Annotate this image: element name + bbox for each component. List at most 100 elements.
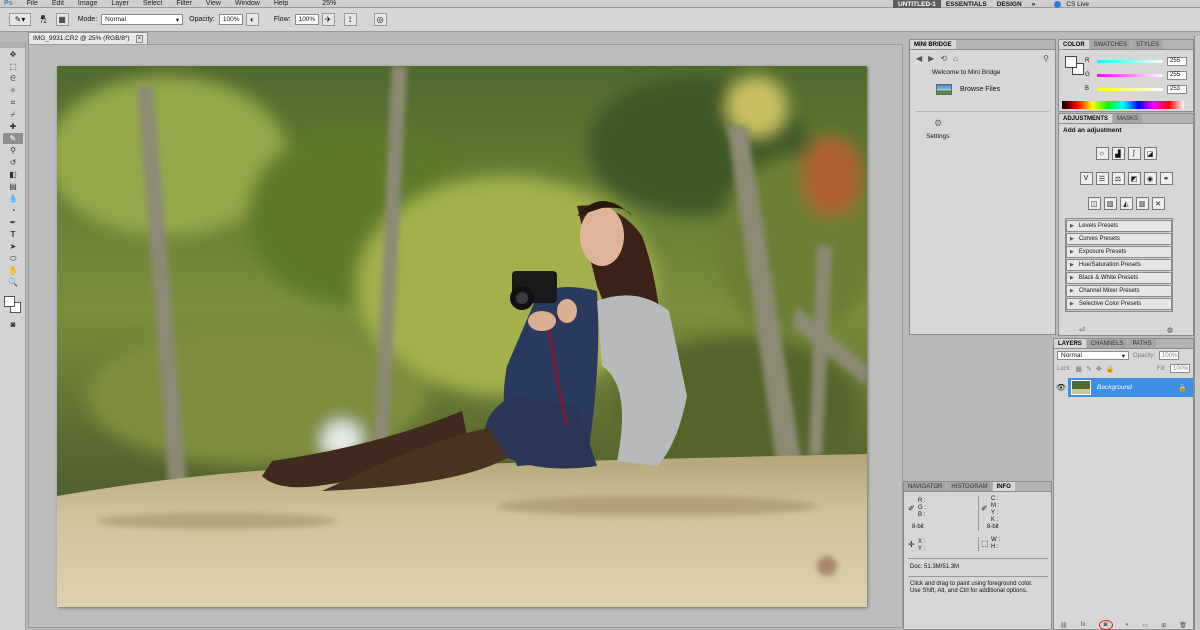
path-select-tool-icon[interactable]: ➤	[3, 241, 23, 252]
expand-triangle-icon[interactable]: ▶	[1070, 275, 1074, 281]
layer-selected-area[interactable]: Background 🔒	[1068, 378, 1193, 397]
threshold-icon[interactable]: ◭	[1119, 197, 1133, 210]
search-icon[interactable]: ⚲	[1043, 54, 1049, 63]
menu-item-edit[interactable]: Edit	[52, 0, 64, 7]
selective-color-icon[interactable]: ✕	[1151, 197, 1165, 210]
crop-tool-icon[interactable]: ⌗	[3, 97, 23, 108]
menu-item-window[interactable]: Window	[235, 0, 260, 7]
tab-info[interactable]: INFO	[992, 482, 1015, 491]
menu-item-select[interactable]: Select	[143, 0, 162, 7]
brush-tool-icon[interactable]: ✎	[3, 133, 23, 144]
workspace-essentials[interactable]: ESSENTIALS	[941, 0, 992, 8]
pen-tool-icon[interactable]: ✒	[3, 217, 23, 228]
workspace-untitled[interactable]: UNTITLED-1	[893, 0, 941, 8]
preset-item[interactable]: ▶ Hue/Saturation Presets	[1066, 259, 1172, 271]
brightness-icon[interactable]: ☼	[1095, 147, 1109, 160]
layer-row-background[interactable]: 👁 Background 🔒	[1054, 378, 1193, 397]
brush-tool-preset-icon[interactable]: ✎▾	[9, 13, 31, 26]
clone-stamp-tool-icon[interactable]: ⚲	[3, 145, 23, 156]
hue-saturation-icon[interactable]: ☰	[1095, 172, 1109, 185]
lock-move-icon[interactable]: ✥	[1096, 365, 1102, 373]
hand-tool-icon[interactable]: ✋	[3, 265, 23, 276]
blur-tool-icon[interactable]: 💧	[3, 193, 23, 204]
adjustment-layer-icon[interactable]: ◐	[1126, 622, 1130, 628]
forward-icon[interactable]: ▶	[928, 54, 934, 63]
color-swatches[interactable]	[0, 292, 25, 318]
settings-button[interactable]: Settings	[910, 133, 1055, 140]
blend-mode-select[interactable]: Normal ▾	[1057, 351, 1129, 360]
lock-all-icon[interactable]: 🔒	[1106, 365, 1115, 373]
menu-item-help[interactable]: Help	[274, 0, 288, 7]
color-fg-swatch[interactable]	[1065, 56, 1077, 68]
lock-transparent-icon[interactable]: ▦	[1075, 365, 1082, 373]
dodge-tool-icon[interactable]: ◔	[3, 205, 23, 216]
preset-item[interactable]: ▶ Channel Mixer Presets	[1066, 285, 1172, 297]
expand-triangle-icon[interactable]: ▶	[1070, 262, 1074, 268]
tools-panel-grip[interactable]	[0, 42, 25, 48]
color-spectrum-bar[interactable]	[1062, 101, 1184, 109]
posterize-icon[interactable]: ▨	[1103, 197, 1117, 210]
close-icon[interactable]: ×	[135, 34, 144, 43]
history-brush-tool-icon[interactable]: ↺	[3, 157, 23, 168]
move-tool-icon[interactable]: ✥	[3, 49, 23, 60]
black-white-icon[interactable]: ◩	[1127, 172, 1141, 185]
mode-select[interactable]: Normal ▾	[101, 14, 184, 25]
visibility-eye-icon[interactable]: 👁	[1054, 383, 1068, 392]
cs-live-button[interactable]: CS Live	[1061, 0, 1094, 8]
vibrance-icon[interactable]: V	[1079, 172, 1093, 185]
pressure-size-icon[interactable]: ◎	[373, 13, 387, 26]
settings-icon[interactable]: ⚙	[934, 118, 1055, 129]
shape-tool-icon[interactable]: ⬭	[3, 253, 23, 264]
tab-layers[interactable]: LAYERS	[1054, 339, 1086, 348]
preset-item[interactable]: ▶ Selective Color Presets	[1066, 298, 1172, 310]
photo-filter-icon[interactable]: ◉	[1143, 172, 1157, 185]
type-tool-icon[interactable]: T	[3, 229, 23, 240]
curves-icon[interactable]: ∫	[1127, 147, 1141, 160]
airbrush-mode-icon[interactable]: ⟟	[343, 13, 357, 26]
expand-triangle-icon[interactable]: ▶	[1070, 301, 1074, 307]
expand-triangle-icon[interactable]: ▶	[1070, 236, 1074, 242]
go-to-bridge-icon[interactable]: ⟲	[940, 54, 947, 63]
clip-icon[interactable]: ◍	[1167, 326, 1173, 334]
gradient-map-icon[interactable]: ▥	[1135, 197, 1149, 210]
fill-field[interactable]: 100%	[1170, 364, 1190, 373]
layer-opacity-field[interactable]: 100%	[1159, 351, 1180, 360]
tab-channels[interactable]: CHANNELS	[1086, 339, 1128, 348]
fg-bg-color-picker[interactable]	[1065, 56, 1085, 76]
opacity-pressure-icon[interactable]: ◐	[245, 13, 259, 26]
brush-panel-icon[interactable]: ▦	[55, 13, 69, 26]
tab-styles[interactable]: STYLES	[1132, 40, 1164, 49]
menu-item-view[interactable]: View	[206, 0, 221, 7]
airbrush-icon[interactable]: ✈	[321, 13, 335, 26]
return-icon[interactable]: ⏎	[1079, 326, 1085, 334]
lock-brush-icon[interactable]: ✎	[1086, 365, 1092, 373]
gradient-tool-icon[interactable]: ▤	[3, 181, 23, 192]
preset-item[interactable]: ▶ Levels Presets	[1066, 220, 1172, 232]
marquee-tool-icon[interactable]: ⬚	[3, 61, 23, 72]
channel-b-value[interactable]: 253	[1167, 84, 1187, 94]
lasso-tool-icon[interactable]: ᘓ	[3, 73, 23, 84]
zoom-level[interactable]: 25%	[322, 0, 336, 7]
back-icon[interactable]: ◀	[916, 54, 922, 63]
color-balance-icon[interactable]: ⚖	[1111, 172, 1125, 185]
tab-masks[interactable]: MASKS	[1113, 114, 1143, 123]
menu-item-filter[interactable]: Filter	[176, 0, 192, 7]
new-layer-icon[interactable]: ⊞	[1161, 622, 1166, 629]
channel-g-value[interactable]: 255	[1167, 70, 1187, 80]
tab-adjustments[interactable]: ADJUSTMENTS	[1059, 114, 1113, 123]
quick-mask-icon[interactable]: ◙	[3, 319, 23, 330]
zoom-tool-icon[interactable]: 🔍	[3, 277, 23, 288]
expand-triangle-icon[interactable]: ▶	[1070, 249, 1074, 255]
channel-r-slider[interactable]	[1097, 59, 1163, 63]
healing-brush-tool-icon[interactable]: ✚	[3, 121, 23, 132]
preset-item[interactable]: ▶ Exposure Presets	[1066, 246, 1172, 258]
menu-item-layer[interactable]: Layer	[111, 0, 129, 7]
brush-size-picker[interactable]: 72	[40, 14, 47, 25]
channel-g-slider[interactable]	[1097, 73, 1163, 77]
invert-icon[interactable]: ◫	[1087, 197, 1101, 210]
quick-select-tool-icon[interactable]: ✧	[3, 85, 23, 96]
tab-mini-bridge[interactable]: MINI BRIDGE	[910, 40, 956, 49]
expand-triangle-icon[interactable]: ▶	[1070, 288, 1074, 294]
document-tab[interactable]: IMG_9931.CR2 @ 25% (RGB/8*) ×	[28, 32, 148, 44]
channel-r-value[interactable]: 255	[1167, 56, 1187, 66]
